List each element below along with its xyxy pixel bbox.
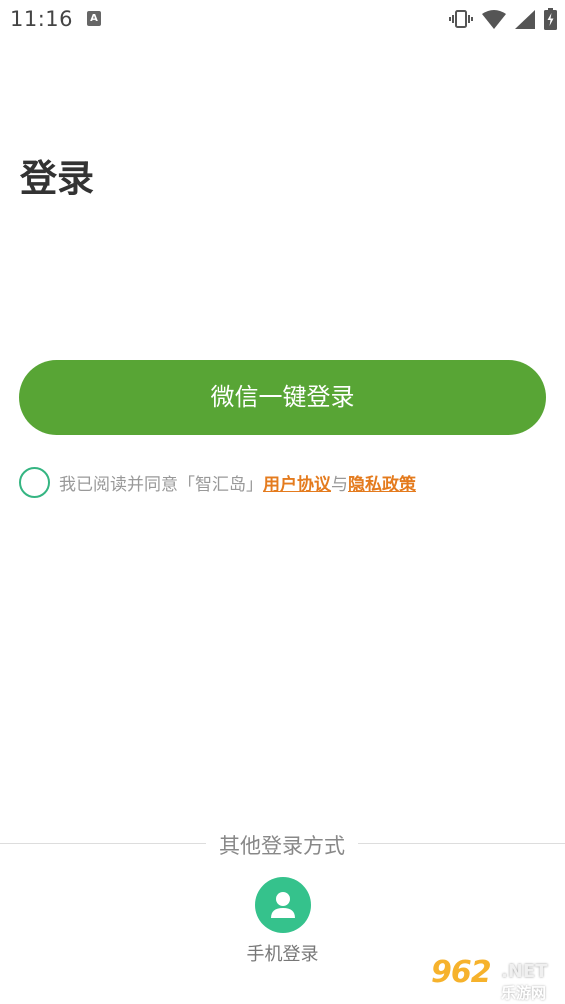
- notification-a-icon: A: [87, 11, 101, 26]
- other-login-label: 其他登录方式: [219, 834, 345, 858]
- page-title: 登录: [20, 157, 94, 200]
- agreement-text: 我已阅读并同意「智汇岛」: [59, 474, 263, 495]
- wifi-icon: [482, 9, 506, 29]
- user-icon: [254, 877, 311, 933]
- divider-left: [0, 843, 206, 844]
- watermark-logo: 962 .NET 乐游网: [427, 955, 561, 1002]
- wechat-login-button[interactable]: 微信一键登录: [19, 360, 546, 435]
- privacy-policy-link[interactable]: 隐私政策: [348, 470, 416, 495]
- battery-icon: [544, 8, 557, 30]
- watermark-sub: 乐游网: [501, 984, 547, 1002]
- signal-icon: [515, 9, 535, 29]
- status-time: 11:16: [10, 7, 74, 31]
- agreement-checkbox[interactable]: [19, 466, 50, 498]
- agreement-separator: 与: [331, 474, 348, 495]
- divider-right: [358, 843, 565, 844]
- phone-login-label: 手机登录: [246, 944, 319, 965]
- watermark-suffix: .NET: [501, 961, 548, 982]
- agreement-row: 我已阅读并同意「智汇岛」 用户协议 与 隐私政策: [19, 466, 416, 498]
- status-icons: [449, 8, 557, 30]
- phone-login-button[interactable]: 手机登录: [236, 877, 329, 966]
- vibrate-icon: [449, 9, 473, 29]
- user-agreement-link[interactable]: 用户协议: [263, 470, 331, 495]
- watermark-main: 962: [431, 955, 492, 990]
- status-bar: 11:16 A: [0, 0, 565, 40]
